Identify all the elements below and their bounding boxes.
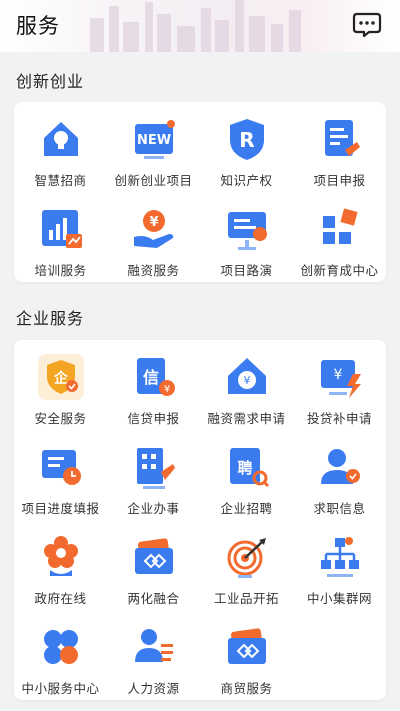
target-icon: [227, 538, 266, 578]
service-label: 融资服务: [127, 263, 180, 278]
service-item-recruit[interactable]: 聘企业招聘: [200, 430, 293, 520]
service-item-project-apply[interactable]: 项目申报: [293, 102, 386, 192]
government-flower-icon: [43, 536, 78, 576]
service-label: 创新创业项目: [114, 173, 193, 188]
svg-text:NEW: NEW: [136, 133, 170, 148]
service-item-incubation-blocks[interactable]: 创新育成中心: [293, 192, 386, 282]
city-skyline-decoration: [90, 0, 301, 52]
service-item-integration[interactable]: 两化融合: [107, 520, 200, 610]
service-label: 企业招聘: [220, 501, 273, 516]
service-label: 项目进度填报: [21, 501, 100, 516]
project-apply-icon: [324, 120, 360, 156]
svg-text:¥: ¥: [333, 367, 342, 383]
financing-hand-icon: ¥: [133, 210, 173, 248]
service-item-loan-subsidy[interactable]: ¥ 投贷补申请: [293, 340, 386, 430]
enterprise-affairs-icon: [136, 448, 175, 489]
smart-investment-icon: [43, 122, 78, 156]
service-item-government-flower[interactable]: 政府在线: [14, 520, 107, 610]
svg-text:¥: ¥: [149, 215, 158, 230]
message-icon[interactable]: [352, 12, 382, 38]
service-item-new-project[interactable]: NEW 创新创业项目: [107, 102, 200, 192]
financing-house-icon: ¥: [227, 358, 266, 394]
service-label: 人力资源: [127, 681, 180, 696]
security-shield-icon: 企: [37, 354, 84, 400]
service-item-financing-house[interactable]: ¥ 融资需求申请: [200, 340, 293, 430]
loan-subsidy-icon: ¥: [320, 360, 361, 398]
enterprise-grid: 企安全服务信 ¥ 信贷申报 ¥ 融资需求申请 ¥ 投贷补申请 项目进度填报 企业办事聘企业招聘求…: [14, 340, 386, 700]
recruit-icon: 聘: [229, 448, 269, 488]
svg-text:聘: 聘: [237, 459, 252, 477]
page-title: 服务: [16, 14, 60, 38]
trade-service-icon: [227, 628, 266, 664]
svg-text:¥: ¥: [163, 384, 169, 395]
service-item-human-resources[interactable]: 人力资源: [107, 610, 200, 700]
service-item-progress-clock[interactable]: 项目进度填报: [14, 430, 107, 520]
innovation-grid: 智慧招商 NEW 创新创业项目 R 知识产权 项目申报培训服务 ¥ 融资服务 项目路演 创新育成中…: [14, 102, 386, 282]
roadshow-icon: [227, 212, 267, 250]
training-chart-icon: [41, 210, 82, 248]
service-label: 智慧招商: [34, 173, 87, 188]
credit-apply-icon: 信¥: [136, 358, 175, 396]
service-label: 中小服务中心: [21, 681, 100, 696]
service-label: 两化融合: [127, 591, 180, 606]
service-item-sme-service[interactable]: 中小服务中心: [14, 610, 107, 700]
service-item-job-seeker[interactable]: 求职信息: [293, 430, 386, 520]
job-seeker-icon: [320, 449, 360, 484]
service-item-target[interactable]: 工业品开拓: [200, 520, 293, 610]
integration-icon: [134, 538, 173, 574]
incubation-blocks-icon: [322, 208, 358, 244]
service-label: 项目路演: [220, 263, 273, 278]
service-item-ip-shield[interactable]: R 知识产权: [200, 102, 293, 192]
service-item-smart-investment[interactable]: 智慧招商: [14, 102, 107, 192]
service-item-trade-service[interactable]: 商贸服务: [200, 610, 293, 700]
service-label: 求职信息: [313, 501, 366, 516]
service-item-cluster-network[interactable]: 中小集群网: [293, 520, 386, 610]
svg-text:信: 信: [142, 368, 158, 387]
service-item-credit-apply[interactable]: 信 ¥ 信贷申报: [107, 340, 200, 430]
service-label: 知识产权: [220, 173, 273, 188]
service-label: 培训服务: [34, 263, 87, 278]
service-label: 企业办事: [127, 501, 180, 516]
service-label: 政府在线: [34, 591, 87, 606]
service-label: 商贸服务: [220, 681, 273, 696]
service-item-security-shield[interactable]: 企安全服务: [14, 340, 107, 430]
human-resources-icon: [134, 629, 173, 662]
service-label: 工业品开拓: [213, 591, 279, 606]
service-item-financing-hand[interactable]: ¥ 融资服务: [107, 192, 200, 282]
section-title-innovation: 创新创业: [16, 72, 85, 91]
service-label: 安全服务: [34, 411, 87, 426]
service-item-training-chart[interactable]: 培训服务: [14, 192, 107, 282]
sme-service-icon: [43, 630, 78, 664]
service-item-roadshow[interactable]: 项目路演: [200, 192, 293, 282]
innovation-card: 智慧招商 NEW 创新创业项目 R 知识产权 项目申报培训服务 ¥ 融资服务 项目路演 创新育成中…: [14, 102, 386, 282]
service-label: 创新育成中心: [300, 263, 379, 278]
service-label: 投贷补申请: [306, 411, 372, 426]
new-project-icon: NEW: [134, 120, 175, 159]
service-label: 项目申报: [313, 173, 366, 188]
svg-text:R: R: [239, 128, 254, 152]
enterprise-card: 企安全服务信 ¥ 信贷申报 ¥ 融资需求申请 ¥ 投贷补申请 项目进度填报 企业办事聘企业招聘求…: [14, 340, 386, 700]
service-label: 信贷申报: [127, 411, 180, 426]
progress-clock-icon: [41, 450, 81, 485]
service-item-enterprise-affairs[interactable]: 企业办事: [107, 430, 200, 520]
section-title-enterprise: 企业服务: [16, 309, 85, 328]
svg-text:¥: ¥: [243, 374, 250, 387]
service-label: 中小集群网: [306, 591, 372, 606]
ip-shield-icon: R: [229, 119, 264, 160]
service-label: 融资需求申请: [207, 411, 286, 426]
header-bar: 服务: [0, 0, 400, 52]
cluster-network-icon: [320, 537, 359, 577]
